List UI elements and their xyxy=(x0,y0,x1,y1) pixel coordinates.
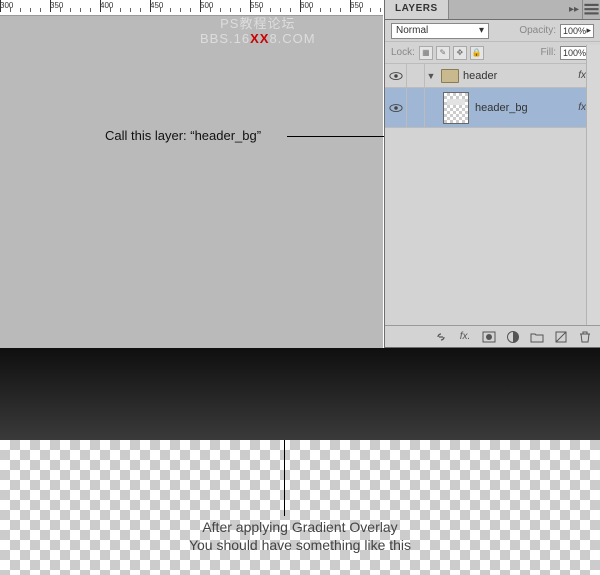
callout-text: Call this layer: “header_bg” xyxy=(105,128,261,143)
tab-layers[interactable]: LAYERS xyxy=(385,0,449,19)
ruler-mark: 600 xyxy=(300,1,313,10)
mask-icon[interactable] xyxy=(482,330,496,344)
fx-badge[interactable]: fx xyxy=(578,102,586,113)
panel-menu-icon[interactable] xyxy=(582,0,600,19)
layers-panel: LAYERS ▸▸ Normal ▾ Opacity: 100%▸ Lock: … xyxy=(384,0,600,348)
ruler-mark: 350 xyxy=(50,1,63,10)
ruler-mark: 400 xyxy=(100,1,113,10)
lock-pixels-icon[interactable]: ✎ xyxy=(436,46,450,60)
opacity-label: Opacity: xyxy=(519,25,556,36)
ruler: 300 350 400 450 500 550 600 650 xyxy=(0,0,383,16)
blend-mode-select[interactable]: Normal ▾ xyxy=(391,23,489,39)
scrollbar-vertical[interactable] xyxy=(586,45,600,325)
blend-mode-value: Normal xyxy=(396,25,428,36)
canvas[interactable]: PS教程论坛 BBS.16XX8.COM Call this layer: “h… xyxy=(0,16,383,348)
link-column xyxy=(407,64,425,87)
layer-list: ▼ header fx ▸ header_bg fx ▸ xyxy=(385,64,600,298)
blend-opacity-row: Normal ▾ Opacity: 100%▸ xyxy=(385,20,600,42)
caption-line2: You should have something like this xyxy=(0,536,600,554)
adjustment-icon[interactable] xyxy=(506,330,520,344)
fill-value: 100% xyxy=(563,48,586,58)
panel-footer: fx. xyxy=(385,325,600,347)
group-name[interactable]: header xyxy=(463,70,578,82)
ruler-mark: 450 xyxy=(150,1,163,10)
layer-thumbnail[interactable] xyxy=(443,92,469,124)
layer-name[interactable]: header_bg xyxy=(475,102,578,114)
visibility-toggle[interactable] xyxy=(385,88,407,127)
link-layers-icon[interactable] xyxy=(434,330,448,344)
layer-group-header[interactable]: ▼ header fx ▸ xyxy=(385,64,600,88)
lock-label: Lock: xyxy=(391,47,415,58)
fx-badge[interactable]: fx xyxy=(578,70,586,81)
disclosure-down-icon[interactable]: ▼ xyxy=(425,71,437,81)
gradient-preview xyxy=(0,348,600,440)
collapse-icon[interactable]: ▸▸ xyxy=(566,0,582,19)
chevron-down-icon: ▾ xyxy=(479,25,484,36)
ruler-mark: 550 xyxy=(250,1,263,10)
ruler-mark: 300 xyxy=(0,1,13,10)
panel-tabs: LAYERS ▸▸ xyxy=(385,0,600,20)
callout-line-bottom xyxy=(284,440,285,516)
opacity-value: 100% xyxy=(563,26,586,36)
new-layer-icon[interactable] xyxy=(554,330,568,344)
lock-all-icon[interactable]: 🔒 xyxy=(470,46,484,60)
transparent-area xyxy=(0,440,600,575)
caption-line1: After applying Gradient Overlay xyxy=(0,518,600,536)
lock-fill-row: Lock: ▦ ✎ ✥ 🔒 Fill: 100%▸ xyxy=(385,42,600,64)
trash-icon[interactable] xyxy=(578,330,592,344)
visibility-toggle[interactable] xyxy=(385,64,407,87)
layer-header-bg[interactable]: header_bg fx ▸ xyxy=(385,88,600,128)
chevron-right-icon: ▸ xyxy=(586,25,591,36)
watermark: PS教程论坛 BBS.16XX8.COM xyxy=(200,16,316,46)
new-group-icon[interactable] xyxy=(530,330,544,344)
ruler-mark: 500 xyxy=(200,1,213,10)
layer-list-empty xyxy=(385,128,600,298)
folder-icon xyxy=(441,69,459,83)
bottom-caption: After applying Gradient Overlay You shou… xyxy=(0,518,600,554)
watermark-line1: PS教程论坛 xyxy=(200,16,316,31)
ruler-mark: 650 xyxy=(350,1,363,10)
lock-transparency-icon[interactable]: ▦ xyxy=(419,46,433,60)
opacity-input[interactable]: 100%▸ xyxy=(560,24,594,38)
watermark-line2: BBS.16XX8.COM xyxy=(200,31,316,46)
lock-position-icon[interactable]: ✥ xyxy=(453,46,467,60)
link-column xyxy=(407,88,425,127)
fx-icon[interactable]: fx. xyxy=(458,330,472,344)
fill-label: Fill: xyxy=(540,47,556,58)
